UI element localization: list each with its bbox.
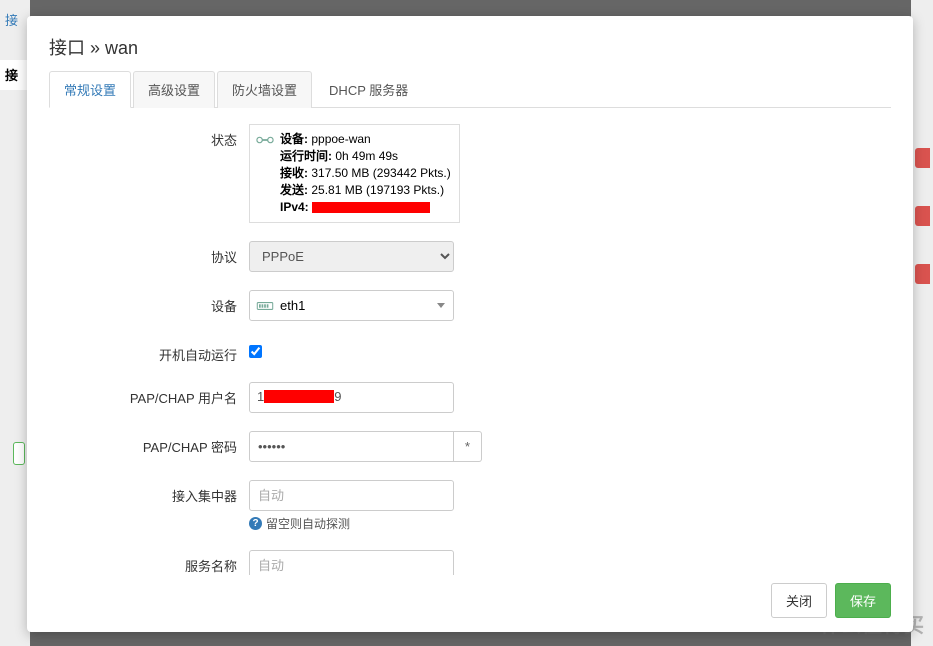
bg-stub-1 [915,148,930,168]
autostart-checkbox[interactable] [249,345,262,358]
row-status: 状态 设备: pppoe-wan 运行时间: 0h 49m 49s 接收: 31… [49,124,891,223]
row-protocol: 协议 PPPoE [49,241,891,272]
row-ac: 接入集中器 ? 留空则自动探测 [49,480,891,532]
row-service: 服务名称 ? 留空则自动探测 [49,550,891,575]
tab-bar: 常规设置 高级设置 防火墙设置 DHCP 服务器 [49,70,891,108]
form-body: 状态 设备: pppoe-wan 运行时间: 0h 49m 49s 接收: 31… [49,124,891,575]
status-rx-value: 317.50 MB (293442 Pkts.) [311,166,450,180]
backdrop-left-2: 接 [0,60,30,90]
bg-stub-3 [915,264,930,284]
label-service: 服务名称 [49,550,249,575]
network-icon [256,133,274,147]
backdrop-right [911,0,933,646]
status-ipv4-label: IPv4: [280,200,309,214]
row-username: PAP/CHAP 用户名 1 9 [49,382,891,413]
bg-text-2: 接 [5,68,18,83]
info-icon: ? [249,517,262,530]
label-device: 设备 [49,290,249,315]
modal-title: 接口 » wan [49,34,891,60]
close-button[interactable]: 关闭 [771,583,827,618]
tab-general-label: 常规设置 [64,83,116,98]
status-device-value: pppoe-wan [311,132,370,146]
status-rx-label: 接收: [280,166,308,180]
tab-firewall-label: 防火墙设置 [232,83,297,98]
bg-green-box [13,442,25,465]
backdrop-left: 接 [0,0,30,646]
password-toggle-button[interactable]: * [454,431,482,462]
row-device: 设备 eth1 [49,290,891,321]
password-toggle-icon: * [465,439,470,454]
status-tx-value: 25.81 MB (197193 Pkts.) [311,183,444,197]
label-autostart: 开机自动运行 [49,339,249,364]
label-ac: 接入集中器 [49,480,249,505]
row-autostart: 开机自动运行 [49,339,891,364]
tab-general[interactable]: 常规设置 [49,71,131,108]
tab-firewall[interactable]: 防火墙设置 [217,71,312,108]
status-tx-label: 发送: [280,183,308,197]
device-select[interactable]: eth1 [249,290,454,321]
username-input[interactable] [249,382,454,413]
row-password: PAP/CHAP 密码 * [49,431,891,462]
ac-input[interactable] [249,480,454,511]
bg-stub-2 [915,206,930,226]
tab-advanced[interactable]: 高级设置 [133,71,215,108]
save-button[interactable]: 保存 [835,583,891,618]
status-box: 设备: pppoe-wan 运行时间: 0h 49m 49s 接收: 317.5… [249,124,460,223]
protocol-select[interactable]: PPPoE [249,241,454,272]
tab-advanced-label: 高级设置 [148,83,200,98]
label-protocol: 协议 [49,241,249,266]
label-username: PAP/CHAP 用户名 [49,382,249,407]
ac-hint: ? 留空则自动探测 [249,515,454,532]
status-uptime-value: 0h 49m 49s [335,149,398,163]
password-input[interactable] [249,431,454,462]
status-uptime-label: 运行时间: [280,149,332,163]
tab-dhcp-label: DHCP 服务器 [329,83,408,98]
chevron-down-icon [437,303,445,308]
label-password: PAP/CHAP 密码 [49,431,249,456]
ethernet-icon [256,300,274,312]
status-ipv4-redacted [312,202,430,213]
bg-text: 接 [5,13,18,28]
modal-footer: 关闭 保存 [49,575,891,618]
save-button-label: 保存 [850,594,876,609]
status-device-label: 设备: [280,132,308,146]
close-button-label: 关闭 [786,594,812,609]
tab-dhcp[interactable]: DHCP 服务器 [314,71,423,108]
ac-hint-text: 留空则自动探测 [266,515,350,532]
modal-dialog: 接口 » wan 常规设置 高级设置 防火墙设置 DHCP 服务器 状态 设备:… [27,16,913,632]
service-input[interactable] [249,550,454,575]
label-status: 状态 [49,124,249,149]
device-value: eth1 [280,298,305,313]
status-lines: 设备: pppoe-wan 运行时间: 0h 49m 49s 接收: 317.5… [280,131,451,216]
